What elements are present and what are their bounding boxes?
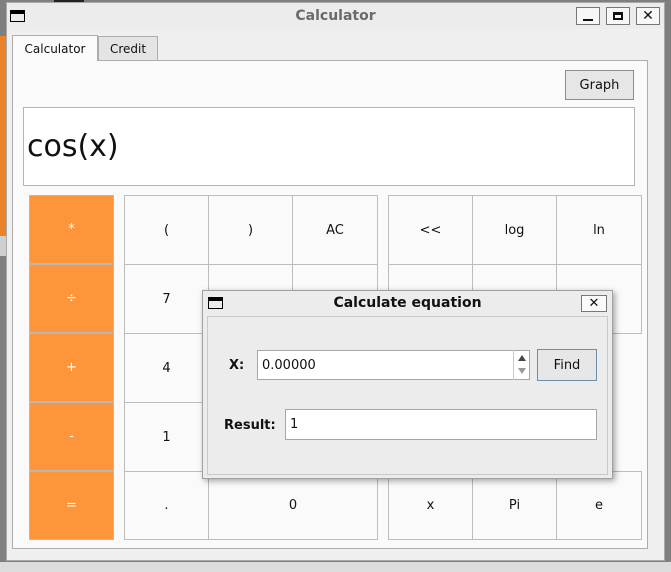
tab-calculator[interactable]: Calculator xyxy=(12,35,98,61)
divide-button[interactable]: ÷ xyxy=(29,264,114,333)
find-button[interactable]: Find xyxy=(537,349,597,381)
x-label: X: xyxy=(229,358,245,373)
spin-up-icon[interactable] xyxy=(518,355,526,361)
calculate-equation-dialog: Calculate equation ✕ xyxy=(202,290,613,479)
x-value-spinbox[interactable]: 0.00000 xyxy=(257,350,530,380)
pi-button[interactable]: Pi xyxy=(472,471,557,540)
dialog-close-button[interactable]: ✕ xyxy=(581,295,607,312)
background-window-edge xyxy=(0,562,671,572)
digit-4-button[interactable]: 4 xyxy=(124,333,209,403)
tab-credit[interactable]: Credit xyxy=(98,36,158,60)
backspace-button[interactable]: << xyxy=(388,195,473,265)
expression-display[interactable]: cos(x) xyxy=(23,107,635,186)
maximize-button[interactable] xyxy=(606,7,630,25)
euler-e-button[interactable]: e xyxy=(556,471,642,540)
x-spin-buttons[interactable] xyxy=(513,350,529,380)
variable-x-button[interactable]: x xyxy=(388,471,473,540)
maximize-icon xyxy=(613,12,623,20)
minimize-button[interactable] xyxy=(576,7,600,25)
result-field[interactable]: 1 xyxy=(285,409,597,440)
dialog-body xyxy=(207,316,608,475)
minimize-icon xyxy=(583,19,593,21)
close-button[interactable]: ✕ xyxy=(636,7,660,25)
decimal-point-button[interactable]: . xyxy=(124,471,209,540)
close-paren-button[interactable]: ) xyxy=(208,195,293,265)
digit-0-button[interactable]: 0 xyxy=(208,471,378,540)
ln-button[interactable]: ln xyxy=(556,195,642,265)
equals-button[interactable]: = xyxy=(29,471,114,540)
digit-1-button[interactable]: 1 xyxy=(124,402,209,472)
open-paren-button[interactable]: ( xyxy=(124,195,209,265)
spin-down-icon[interactable] xyxy=(518,368,526,374)
close-icon: ✕ xyxy=(588,296,600,311)
graph-button[interactable]: Graph xyxy=(565,70,634,100)
add-button[interactable]: + xyxy=(29,333,114,402)
log-button[interactable]: log xyxy=(472,195,557,265)
multiply-button[interactable]: * xyxy=(29,195,114,264)
window-title: Calculator xyxy=(295,8,376,24)
dialog-title: Calculate equation xyxy=(333,295,482,311)
close-icon: ✕ xyxy=(642,8,654,24)
digit-7-button[interactable]: 7 xyxy=(124,264,209,334)
clear-button[interactable]: AC xyxy=(292,195,378,265)
title-bar[interactable]: Calculator ✕ xyxy=(7,3,664,29)
subtract-button[interactable]: - xyxy=(29,402,114,471)
result-label: Result: xyxy=(224,418,276,433)
